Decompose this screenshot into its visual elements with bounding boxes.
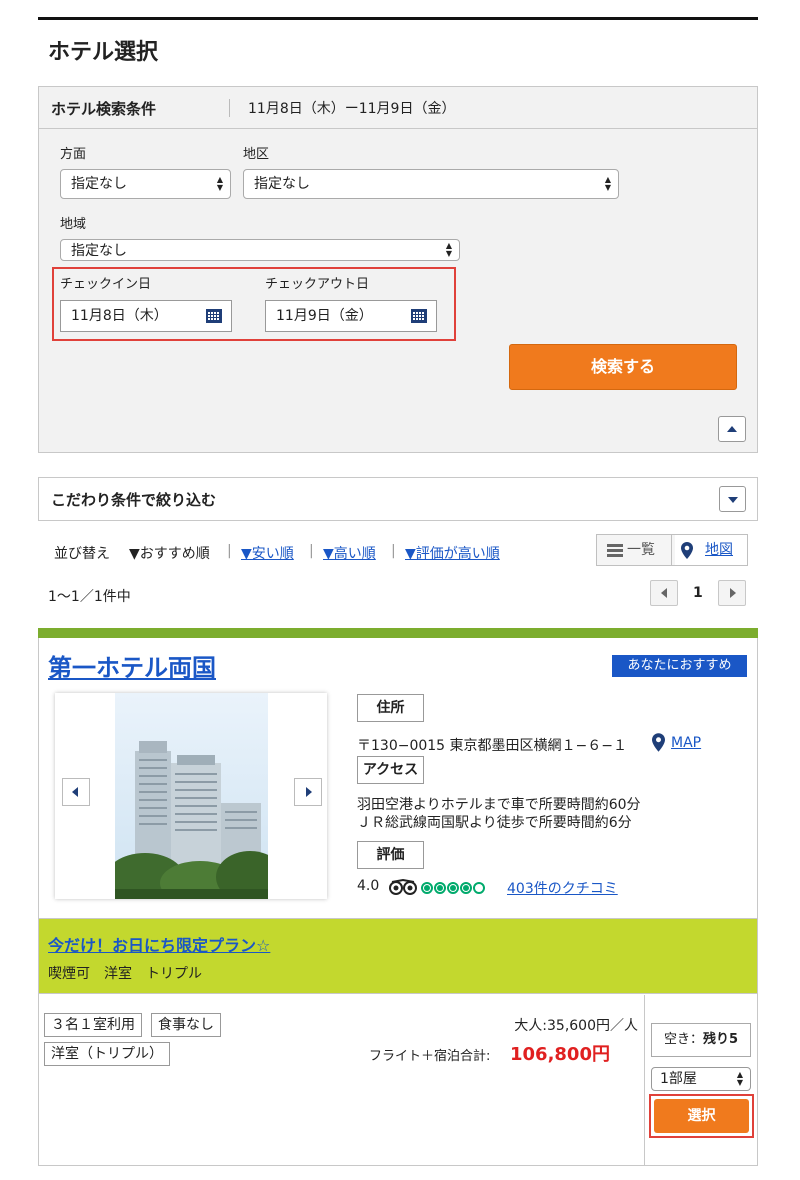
calendar-icon[interactable] <box>206 309 222 323</box>
list-view-label: 一覧 <box>627 542 655 558</box>
plan-title-link[interactable]: 今だけ！お日にち限定プラン☆ <box>48 932 270 956</box>
sort-divider: | <box>309 543 314 559</box>
address-tag: 住所 <box>357 694 424 722</box>
direction-select-value: 指定なし <box>71 176 127 192</box>
district-select[interactable]: 指定なし ▲ ▼ <box>243 169 619 199</box>
rating-bubble-icon <box>421 882 433 894</box>
availability-box: 空き：残り5 <box>651 1023 751 1057</box>
tripadvisor-owl-icon <box>389 879 417 895</box>
result-count: 1〜1／1件中 <box>48 589 131 605</box>
search-button[interactable]: 検索する <box>509 344 737 390</box>
search-panel-header: ホテル検索条件 11月8日（木）ー11月9日（金） <box>39 87 757 129</box>
search-panel-title: ホテル検索条件 <box>51 100 157 118</box>
availability-label: 空き： <box>663 1032 703 1047</box>
sort-divider: | <box>391 543 396 559</box>
sort-cheapest-link[interactable]: ▼安い順 <box>241 543 294 563</box>
chevron-left-icon <box>72 787 78 797</box>
current-page[interactable]: 1 <box>693 585 703 601</box>
district-label: 地区 <box>243 147 270 162</box>
recommended-badge: あなたにおすすめ <box>612 655 747 677</box>
chevron-right-icon <box>306 787 312 797</box>
chevron-right-icon <box>730 588 736 598</box>
list-icon <box>607 544 623 557</box>
area-select[interactable]: 指定なし ▲ ▼ <box>60 239 460 261</box>
carousel-next-button[interactable] <box>294 778 322 806</box>
list-view-button[interactable]: 一覧 <box>605 535 667 565</box>
rooms-select-value: 1部屋 <box>660 1071 697 1087</box>
checkin-date-input[interactable]: 11月8日（木） <box>60 300 232 332</box>
chevron-down-icon <box>728 497 738 503</box>
map-view-button[interactable]: 地図 <box>675 535 747 565</box>
rating-bubble-icon <box>473 882 485 894</box>
price-column-divider <box>644 995 645 1165</box>
plan-header: 今だけ！お日にち限定プラン☆ 喫煙可 洋室 トリプル <box>39 918 757 994</box>
carousel-prev-button[interactable] <box>62 778 90 806</box>
district-select-value: 指定なし <box>254 176 310 192</box>
prev-page-button[interactable] <box>650 580 678 606</box>
availability-value: 残り5 <box>702 1032 739 1047</box>
checkout-date-input[interactable]: 11月9日（金） <box>265 300 437 332</box>
chevron-left-icon <box>661 588 667 598</box>
rating-bubble-icon <box>460 882 472 894</box>
filter-title: こだわり条件で絞り込む <box>51 491 217 509</box>
rating-bubble-icon <box>434 882 446 894</box>
updown-arrow-icon: ▲ ▼ <box>604 175 611 192</box>
top-rule <box>38 17 758 20</box>
reviews-link[interactable]: 403件のクチコミ <box>507 878 618 898</box>
direction-select[interactable]: 指定なし ▲ ▼ <box>60 169 231 199</box>
sort-divider: | <box>227 543 232 559</box>
search-panel: ホテル検索条件 11月8日（木）ー11月9日（金） 方面 指定なし ▲ ▼ 地区 … <box>38 86 758 453</box>
direction-label: 方面 <box>60 147 87 162</box>
access-line-1: 羽田空港よりホテルまで車で所要時間約60分 <box>357 797 641 813</box>
plan-tag: 洋室（トリプル） <box>44 1042 170 1066</box>
rooms-select[interactable]: 1部屋 ▲ ▼ <box>651 1067 751 1091</box>
map-link[interactable]: MAP <box>671 735 701 751</box>
filter-bar[interactable]: こだわり条件で絞り込む <box>38 477 758 521</box>
hotel-card-accent-bar <box>38 628 758 638</box>
map-pin-icon <box>681 542 693 559</box>
adult-price: 大人:35,600円／人 <box>514 1018 638 1034</box>
collapse-button[interactable] <box>718 416 746 442</box>
plan-tag: ３名１室利用 <box>44 1013 142 1037</box>
checkout-date-value: 11月9日（金） <box>276 308 373 324</box>
sort-current: ▼おすすめ順 <box>129 546 210 562</box>
expand-filter-button[interactable] <box>719 486 746 512</box>
calendar-icon[interactable] <box>411 309 427 323</box>
hotel-photo <box>115 693 268 899</box>
rating-tag: 評価 <box>357 841 424 869</box>
updown-arrow-icon: ▲ ▼ <box>216 175 223 192</box>
rating-bubble-icon <box>447 882 459 894</box>
select-plan-button[interactable]: 選択 <box>654 1099 749 1133</box>
plan-tag: 食事なし <box>151 1013 221 1037</box>
access-tag: アクセス <box>357 756 424 784</box>
updown-arrow-icon: ▲ ▼ <box>736 1070 743 1087</box>
toggle-divider <box>671 535 672 565</box>
sort-rating-link[interactable]: ▼評価が高い順 <box>405 543 500 563</box>
hotel-building-image <box>115 693 268 899</box>
search-date-range: 11月8日（木）ー11月9日（金） <box>248 101 456 117</box>
sort-label: 並び替え <box>54 546 110 562</box>
access-line-2: ＪＲ総武線両国駅より徒歩で所要時間約6分 <box>357 815 632 831</box>
hotel-name-link[interactable]: 第一ホテル両国 <box>48 648 216 683</box>
total-label: フライト＋宿泊合計: <box>369 1049 491 1064</box>
checkin-date-value: 11月8日（木） <box>71 308 168 324</box>
plan-subtitle: 喫煙可 洋室 トリプル <box>48 966 202 982</box>
next-page-button[interactable] <box>718 580 746 606</box>
map-view-label: 地図 <box>705 542 733 558</box>
checkout-label: チェックアウト日 <box>265 277 370 292</box>
updown-arrow-icon: ▲ ▼ <box>445 241 452 258</box>
rating-value: 4.0 <box>357 878 380 894</box>
area-select-value: 指定なし <box>71 243 127 259</box>
view-toggle: 一覧 地図 <box>596 534 748 566</box>
area-label: 地域 <box>60 217 87 232</box>
map-pin-icon <box>652 733 665 752</box>
hotel-address: 〒130−0015 東京都墨田区横網１−６−１ <box>357 738 627 754</box>
sort-expensive-link[interactable]: ▼高い順 <box>323 543 376 563</box>
header-separator <box>229 99 230 117</box>
checkin-label: チェックイン日 <box>60 277 152 292</box>
page-title: ホテル選択 <box>48 40 159 65</box>
chevron-up-icon <box>727 426 737 432</box>
rating-bubbles <box>421 879 486 895</box>
total-price: 106,800円 <box>510 1044 610 1065</box>
